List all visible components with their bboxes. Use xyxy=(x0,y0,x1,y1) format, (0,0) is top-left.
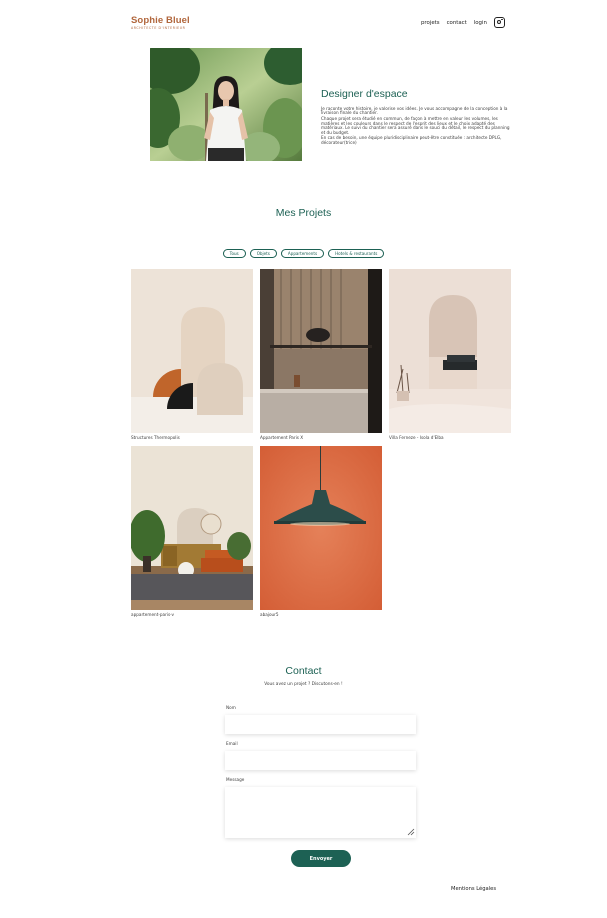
project-image xyxy=(131,269,253,433)
send-button[interactable]: Envoyer xyxy=(291,850,351,867)
intro-paragraph: Chaque projet sera étudié en commun, de … xyxy=(321,116,510,135)
profile-photo xyxy=(150,48,302,161)
filter-bar: Tous Objets Appartements Hotels & restau… xyxy=(0,249,607,259)
project-image xyxy=(260,446,382,610)
intro-paragraph: Je raconte votre histoire, je valorise v… xyxy=(321,106,508,116)
main-nav: projets contact login xyxy=(421,17,505,28)
projects-title: Mes Projets xyxy=(275,207,332,219)
email-label: Email xyxy=(226,741,238,746)
project-caption: abajour5 xyxy=(260,611,279,617)
intro-paragraph: En cas de besoin, une équipe pluridiscip… xyxy=(321,135,502,145)
project-card[interactable]: Appartement Paris X xyxy=(260,269,382,440)
filter-tous[interactable]: Tous xyxy=(222,249,246,259)
message-label: Message xyxy=(226,777,245,782)
resize-handle-icon[interactable] xyxy=(407,828,415,836)
project-caption: Structures Thermopolis xyxy=(131,434,180,440)
intro-section: Designer d'espace Je raconte votre histo… xyxy=(321,88,511,147)
project-card[interactable]: appartement-paris-v xyxy=(131,446,253,617)
intro-title: Designer d'espace xyxy=(321,88,408,100)
filter-hotels-restaurants[interactable]: Hotels & restaurants xyxy=(328,249,385,259)
name-label: Nom xyxy=(226,705,236,710)
project-caption: Villa Ferneze - Isola d'Elba xyxy=(389,434,444,440)
instagram-icon[interactable] xyxy=(493,17,505,28)
nav-login[interactable]: login xyxy=(474,20,487,26)
project-caption: appartement-paris-v xyxy=(131,611,175,617)
nav-contact[interactable]: contact xyxy=(447,20,467,26)
filter-appartements[interactable]: Appartements xyxy=(280,249,325,259)
project-card[interactable]: Structures Thermopolis xyxy=(131,269,253,440)
filter-objets[interactable]: Objets xyxy=(249,249,277,259)
logo-title: Sophie Bluel xyxy=(131,15,190,26)
project-card[interactable]: Villa Ferneze - Isola d'Elba xyxy=(389,269,511,440)
contact-subtitle: Vous avez un projet ? Discutons-en ! xyxy=(264,682,343,687)
nav-projets[interactable]: projets xyxy=(421,20,440,26)
email-field[interactable] xyxy=(225,751,416,770)
project-image xyxy=(260,269,382,433)
contact-title: Contact xyxy=(285,665,322,677)
name-field[interactable] xyxy=(225,715,416,734)
message-textarea[interactable] xyxy=(225,787,416,838)
logo-subtitle: ARCHITECTE D'INTERIEUR xyxy=(131,26,186,30)
project-image xyxy=(389,269,511,433)
project-image xyxy=(131,446,253,610)
project-caption: Appartement Paris X xyxy=(260,434,304,440)
legal-link[interactable]: Mentions Légales xyxy=(451,886,496,892)
logo: Sophie Bluel ARCHITECTE D'INTERIEUR xyxy=(131,15,190,30)
project-card[interactable]: abajour5 xyxy=(260,446,382,617)
